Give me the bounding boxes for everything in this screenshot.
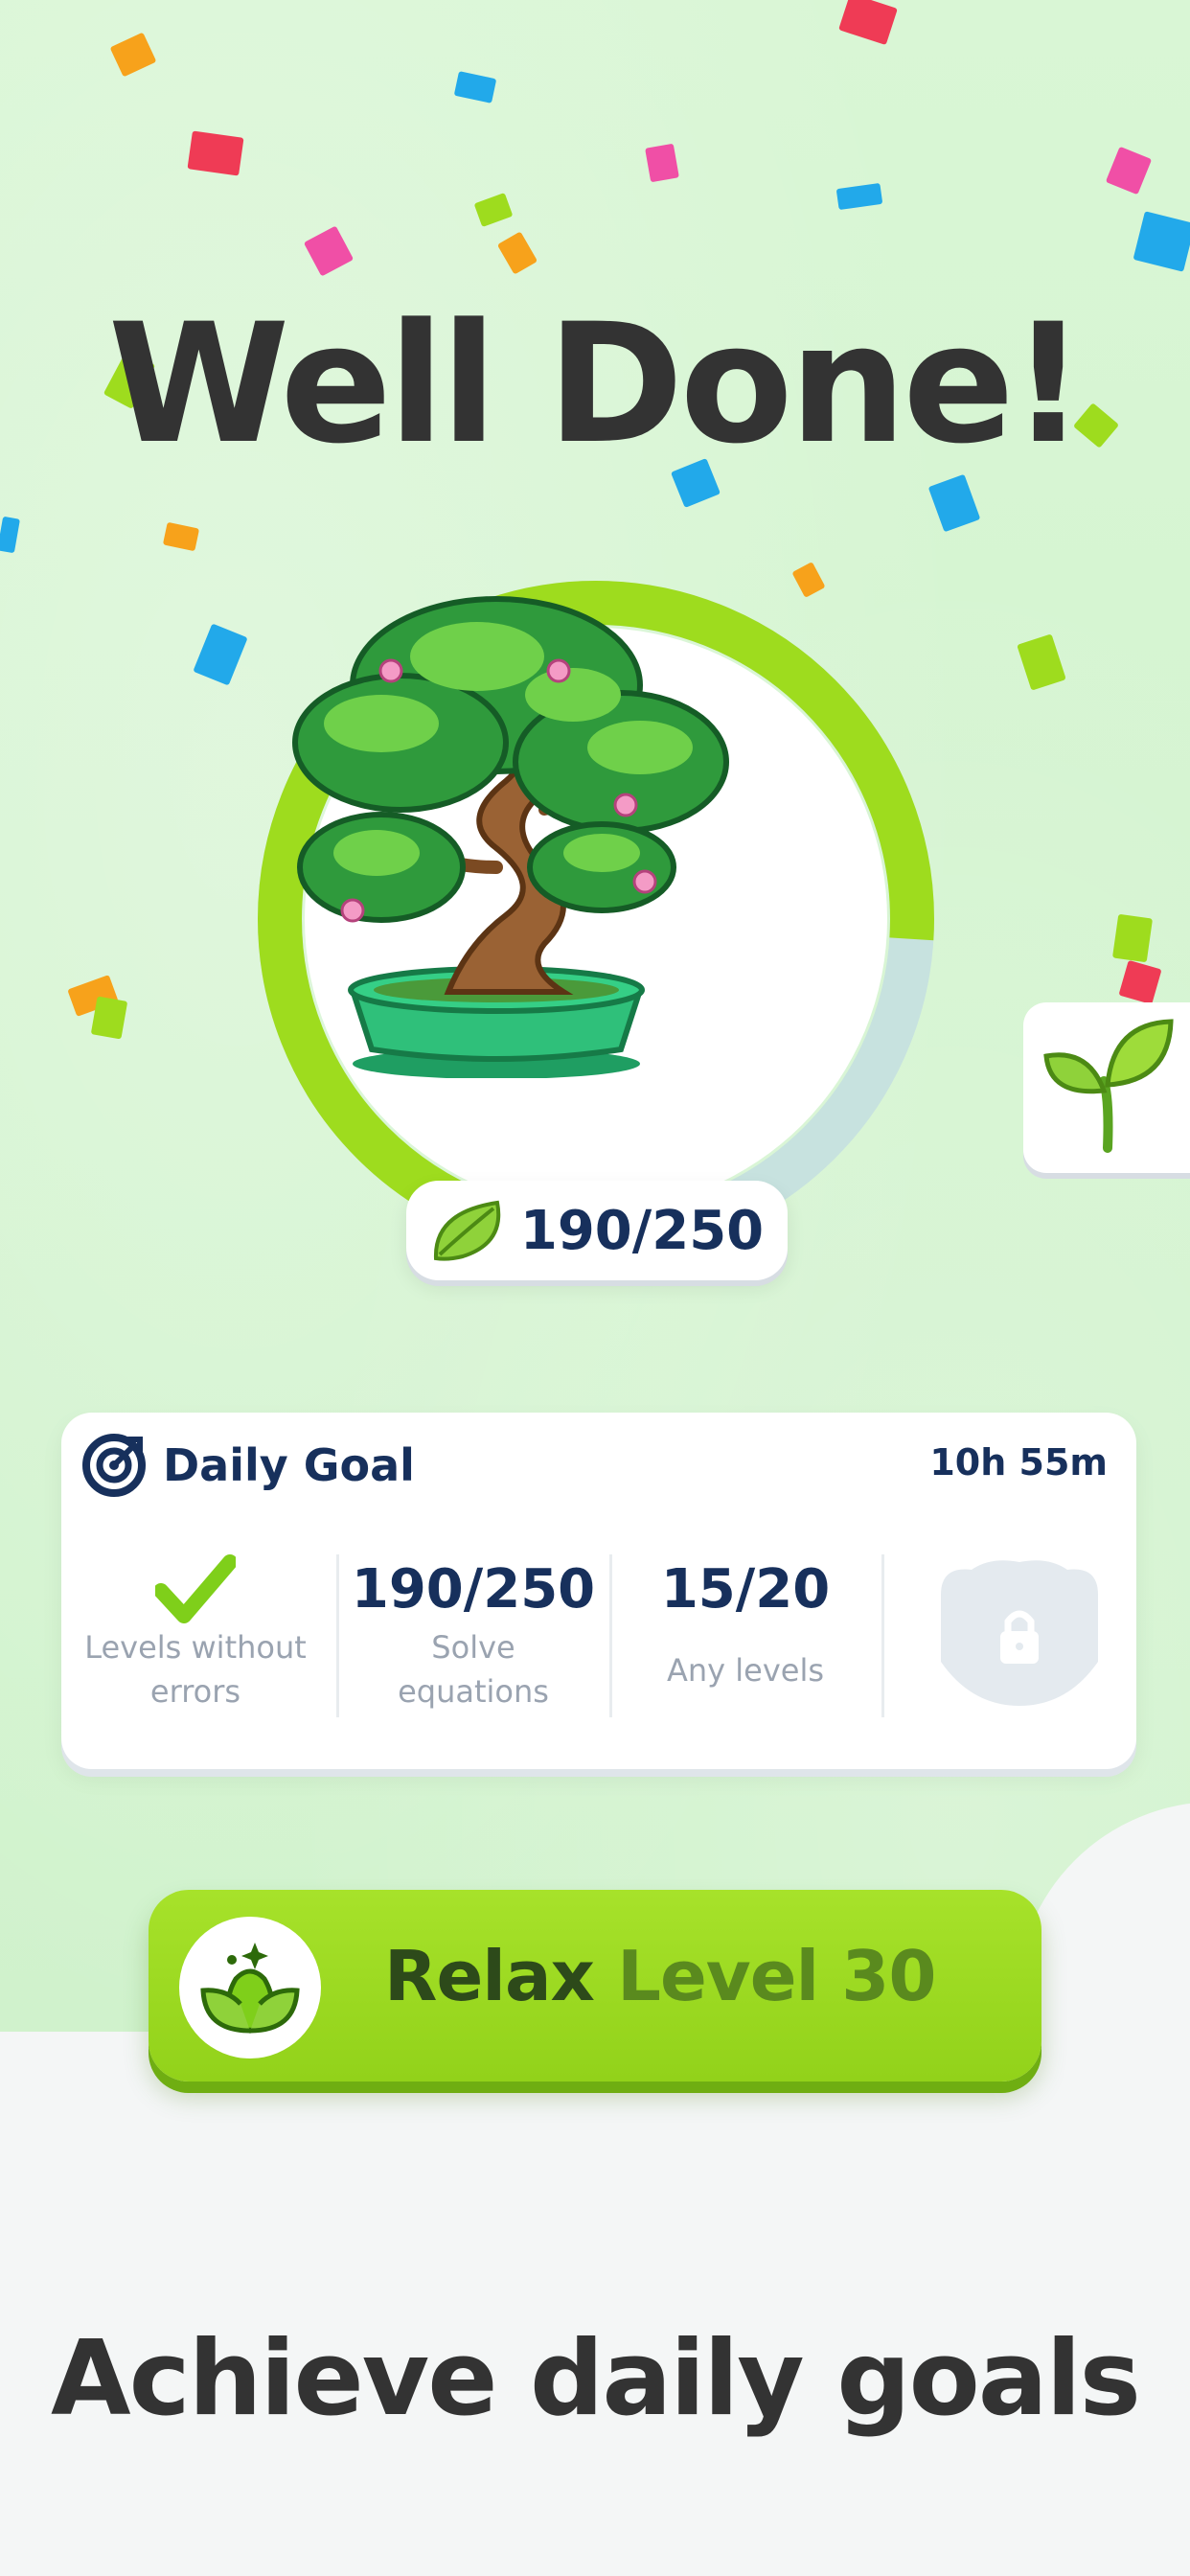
goal-label: Solve: [431, 1629, 515, 1666]
goal-label: Levels without: [84, 1629, 307, 1666]
tagline: Achieve daily goals: [51, 2319, 1141, 2439]
goal-value: 15/20: [660, 1558, 831, 1621]
checkmark-icon: [61, 1554, 330, 1625]
goal-task-levels-without-errors: Levels without errors: [61, 1554, 330, 1714]
divider: [881, 1554, 884, 1717]
goal-label: errors: [149, 1673, 241, 1710]
lotus-icon: [200, 1943, 300, 2034]
goal-label: Any levels: [666, 1652, 825, 1689]
daily-goal-card: Daily Goal 10h 55m Levels without errors…: [61, 1413, 1136, 1769]
relax-level-button[interactable]: Relax Level 30: [149, 1890, 1041, 2082]
goal-label: equations: [398, 1673, 549, 1710]
target-icon: [82, 1434, 146, 1497]
goal-task-solve-equations: 190/250 Solve equations: [339, 1554, 607, 1714]
relax-word: Relax: [384, 1936, 595, 2016]
relax-level: Level 30: [617, 1936, 936, 2016]
lotus-icon-badge: [179, 1917, 321, 2058]
score-pill: 190/250: [406, 1181, 788, 1280]
bonsai-tree-icon: [292, 596, 729, 1078]
relax-button-label: Relax Level 30: [384, 1936, 936, 2016]
daily-goal-timer: 10h 55m: [929, 1441, 1108, 1484]
score-value: 190/250: [519, 1199, 765, 1262]
goal-task-any-levels: 15/20 Any levels: [611, 1554, 880, 1692]
lock-chest-icon[interactable]: [933, 1556, 1106, 1710]
leaf-icon: [433, 1200, 500, 1261]
headline: Well Done!: [107, 288, 1087, 480]
next-reward-card[interactable]: [1023, 1002, 1190, 1173]
goal-value: 190/250: [351, 1558, 596, 1621]
daily-goal-header: Daily Goal: [80, 1432, 415, 1499]
daily-goal-title: Daily Goal: [163, 1439, 415, 1491]
progress-ring: [257, 580, 935, 1258]
sprout-icon: [1043, 1019, 1174, 1153]
